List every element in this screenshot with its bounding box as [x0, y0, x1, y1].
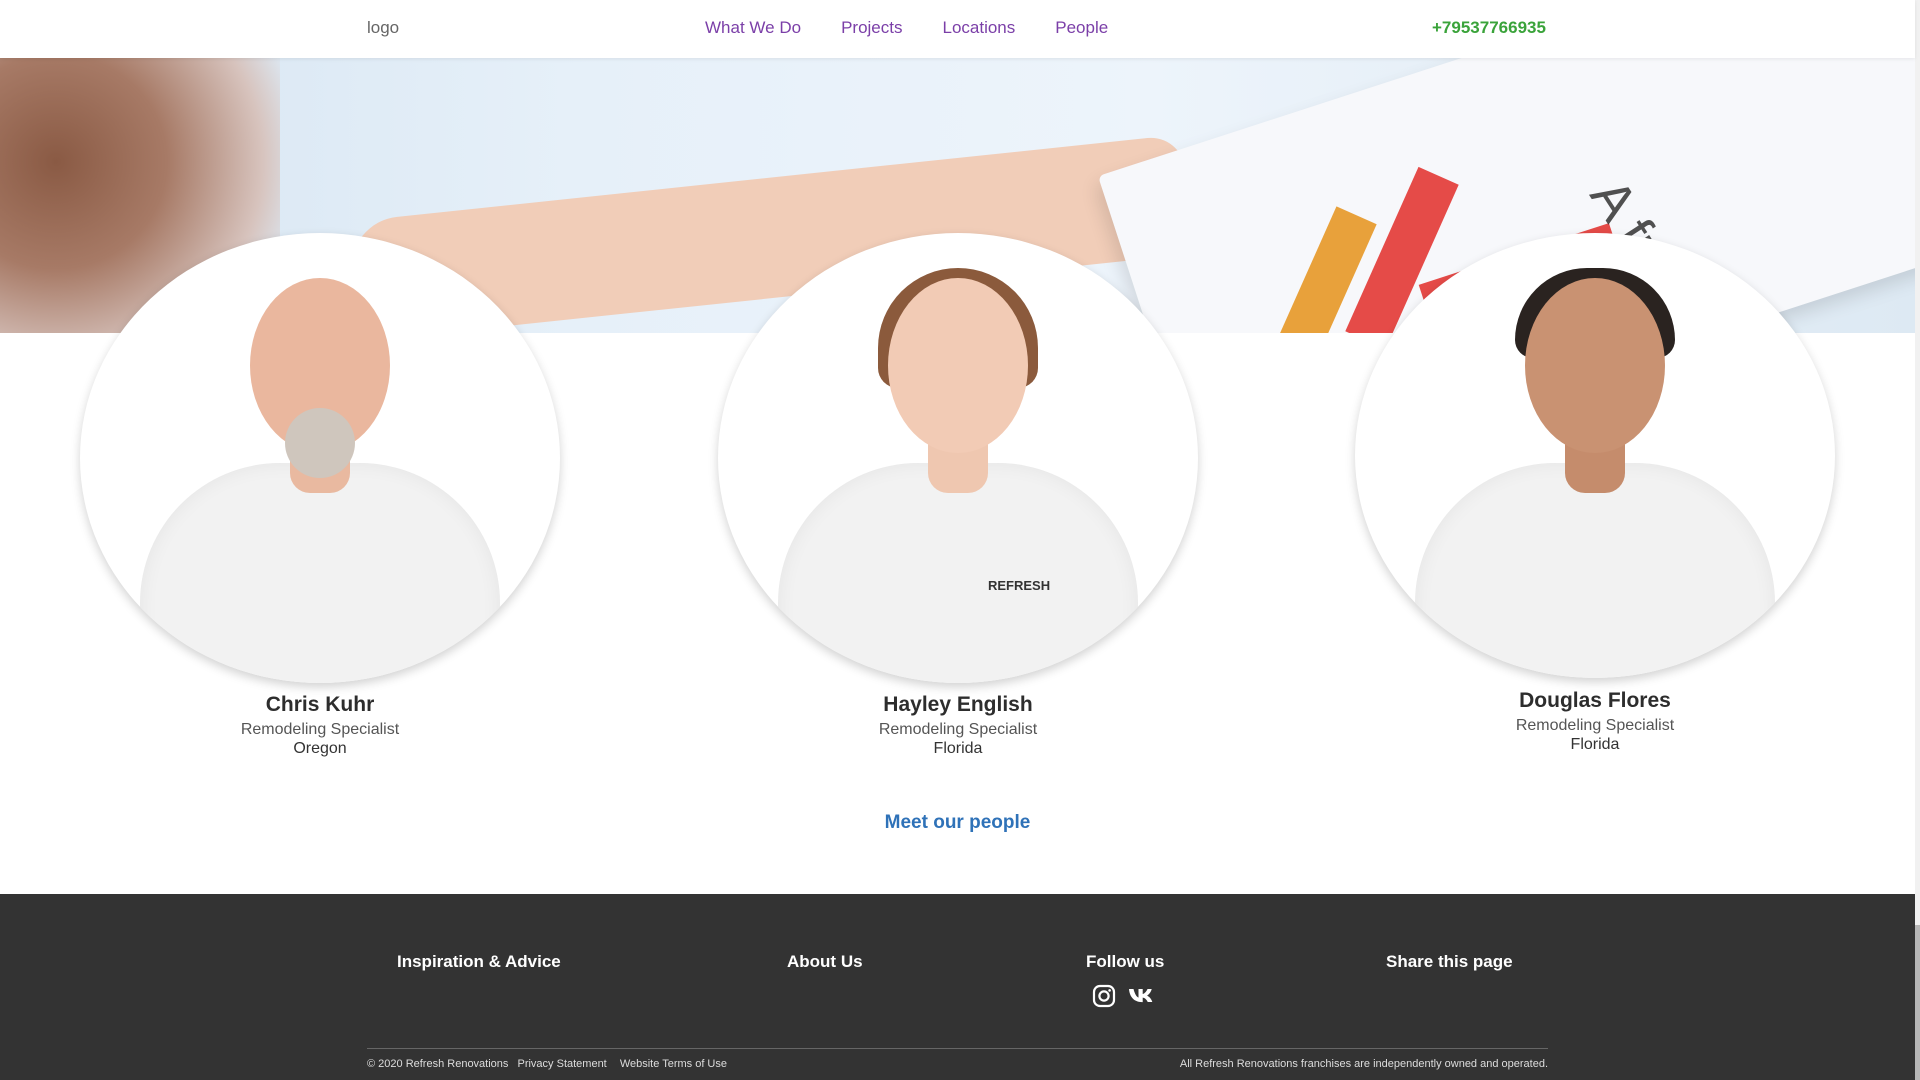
terms-of-use-link[interactable]: Website Terms of Use — [620, 1058, 727, 1070]
nav-what-we-do[interactable]: What We Do — [705, 18, 801, 38]
footer-about-us[interactable]: About Us — [787, 952, 863, 972]
instagram-icon[interactable] — [1092, 984, 1116, 1008]
footer-inspiration-advice[interactable]: Inspiration & Advice — [397, 952, 561, 972]
person-photo — [80, 233, 560, 683]
person-location: Oregon — [293, 740, 347, 757]
person-photo: REFRESH — [718, 233, 1198, 683]
social-links — [1092, 984, 1153, 1008]
site-logo[interactable]: logo — [367, 18, 399, 38]
privacy-statement-link[interactable]: Privacy Statement — [517, 1058, 606, 1070]
person-location: Florida — [1570, 736, 1620, 753]
copyright-text: © 2020 Refresh Renovations — [367, 1058, 509, 1070]
footer-divider — [367, 1048, 1548, 1049]
footer-copyright-row: © 2020 Refresh Renovations Privacy State… — [367, 1058, 727, 1070]
nav-locations[interactable]: Locations — [942, 18, 1015, 38]
page-scrollbar-track[interactable] — [1915, 0, 1920, 1080]
nav-projects[interactable]: Projects — [841, 18, 902, 38]
main-nav: What We Do Projects Locations People — [705, 18, 1148, 38]
meet-our-people-link[interactable]: Meet our people — [0, 812, 1915, 834]
page-scrollbar-thumb[interactable] — [1915, 925, 1920, 1080]
footer-follow-us: Follow us — [1086, 952, 1165, 971]
person-location: Florida — [933, 740, 983, 757]
person-photo — [1355, 233, 1835, 678]
person-role: Remodeling Specialist — [1515, 717, 1675, 734]
beard-shape — [285, 408, 355, 478]
person-role: Remodeling Specialist — [878, 721, 1038, 738]
site-footer: Inspiration & Advice About Us Follow us … — [0, 894, 1915, 1080]
vk-icon[interactable] — [1128, 984, 1153, 1008]
franchise-disclaimer: All Refresh Renovations franchises are i… — [1179, 1058, 1548, 1070]
person-name: Chris Kuhr — [265, 693, 375, 716]
person-name: Hayley English — [883, 693, 1033, 716]
person-role: Remodeling Specialist — [240, 721, 400, 738]
shirt-logo: REFRESH — [988, 578, 1051, 593]
nav-people[interactable]: People — [1055, 18, 1108, 38]
footer-share-page: Share this page — [1386, 952, 1513, 971]
site-header: logo What We Do Projects Locations Peopl… — [0, 0, 1915, 58]
phone-link[interactable]: +79537766935 — [1432, 18, 1546, 38]
person-name: Douglas Flores — [1519, 689, 1671, 712]
